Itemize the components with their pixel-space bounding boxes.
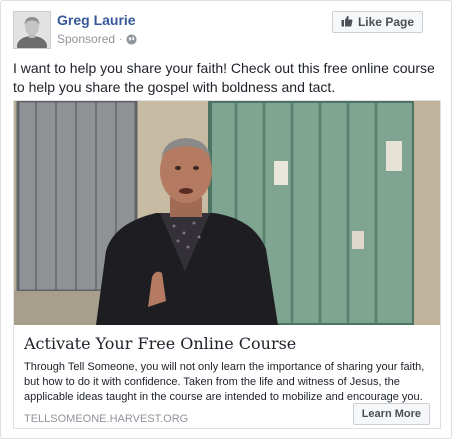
attachment-title[interactable]: Activate Your Free Online Course	[24, 334, 296, 353]
page-name-link[interactable]: Greg Laurie	[57, 12, 136, 28]
attachment-caption[interactable]: Activate Your Free Online Course Through…	[14, 325, 440, 428]
post-meta: Sponsored ·	[57, 32, 137, 46]
speaker-photo	[14, 101, 440, 325]
link-attachment[interactable]: Activate Your Free Online Course Through…	[13, 100, 441, 429]
attachment-domain: TELLSOMEONE.HARVEST.ORG	[24, 413, 189, 425]
thumbs-up-icon	[341, 15, 353, 30]
learn-more-button[interactable]: Learn More	[352, 403, 430, 425]
post-message: I want to help you share your faith! Che…	[13, 60, 435, 95]
separator-dot: ·	[119, 33, 123, 45]
avatar-portrait	[14, 12, 50, 48]
sponsored-post: Greg Laurie Sponsored · Like Page I want…	[0, 0, 452, 439]
attachment-image[interactable]	[14, 101, 440, 325]
globe-icon	[126, 33, 137, 45]
attachment-description: Through Tell Someone, you will not only …	[24, 361, 425, 403]
sponsored-label[interactable]: Sponsored	[57, 32, 115, 46]
like-page-label: Like Page	[357, 15, 414, 29]
like-page-button[interactable]: Like Page	[331, 11, 423, 33]
page-avatar[interactable]	[13, 11, 51, 49]
